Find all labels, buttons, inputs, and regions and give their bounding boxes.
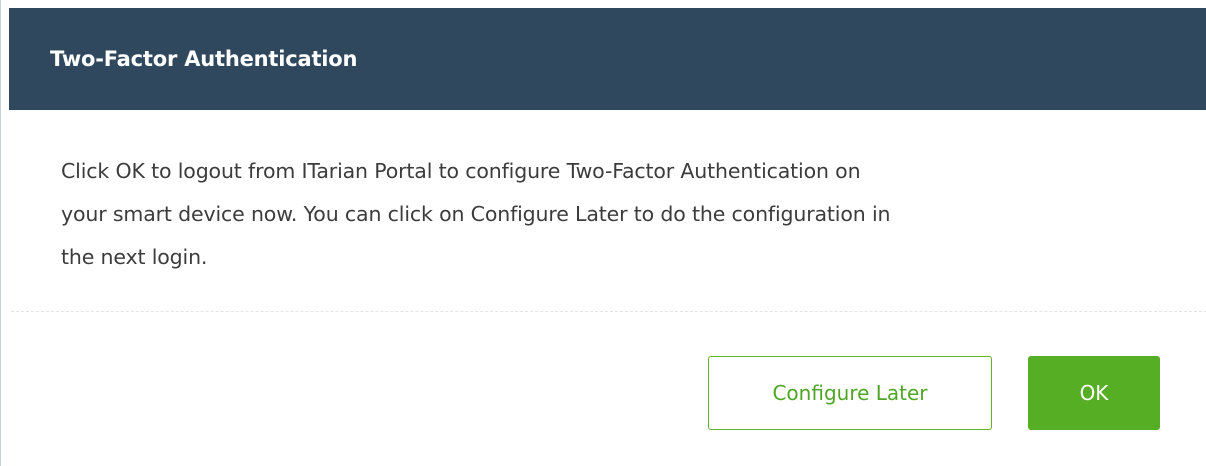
dialog-message-line: Click OK to logout from ITarian Portal t… bbox=[61, 159, 861, 183]
configure-later-button-label: Configure Later bbox=[772, 381, 928, 405]
dialog-message-line: your smart device now. You can click on … bbox=[61, 202, 891, 226]
ok-button[interactable]: OK bbox=[1028, 356, 1160, 430]
dialog-header: Two-Factor Authentication bbox=[9, 8, 1206, 110]
two-factor-dialog: Two-Factor Authentication Click OK to lo… bbox=[0, 0, 1206, 466]
ok-button-label: OK bbox=[1079, 381, 1109, 405]
dialog-message: Click OK to logout from ITarian Portal t… bbox=[61, 150, 1171, 279]
dialog-message-line: the next login. bbox=[61, 245, 208, 269]
configure-later-button[interactable]: Configure Later bbox=[708, 356, 992, 430]
dialog-title: Two-Factor Authentication bbox=[50, 47, 358, 71]
footer-divider bbox=[11, 311, 1206, 312]
